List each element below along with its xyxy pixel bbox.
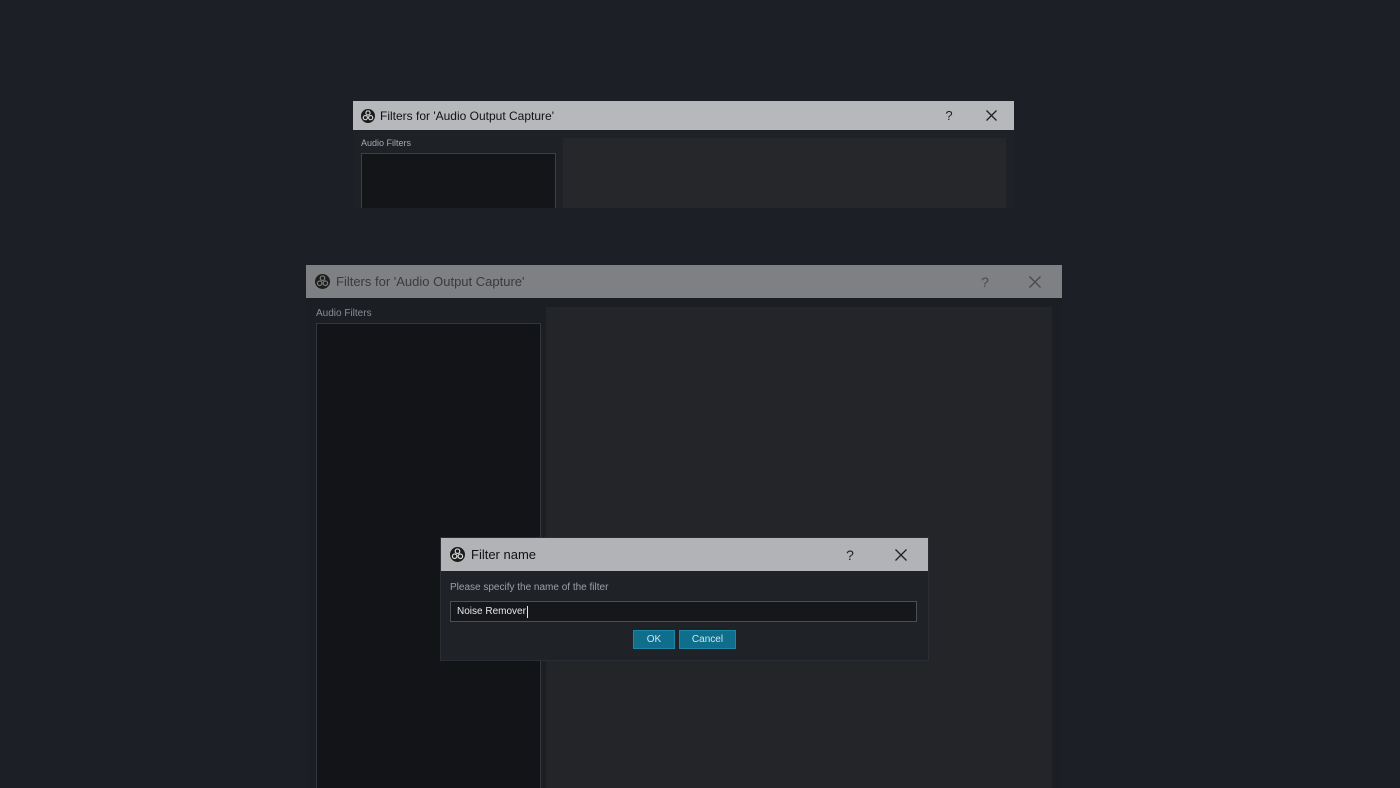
title-bar[interactable]: Filters for 'Audio Output Capture' ?: [353, 101, 1014, 130]
ok-button[interactable]: OK: [633, 630, 675, 649]
close-icon: [895, 548, 907, 561]
filter-name-value: Noise Remover: [457, 606, 526, 617]
title-bar[interactable]: Filter name ?: [441, 538, 928, 571]
help-button[interactable]: ?: [978, 265, 992, 298]
close-button[interactable]: [1026, 265, 1044, 298]
title-bar[interactable]: Filters for 'Audio Output Capture' ?: [306, 265, 1062, 298]
help-button[interactable]: ?: [942, 101, 956, 130]
close-button[interactable]: [982, 101, 1000, 130]
obs-logo-icon: [450, 547, 465, 562]
filter-name-dialog: Filter name ? Please specify the name of…: [441, 538, 928, 660]
close-icon: [985, 110, 997, 121]
filter-properties-panel: [563, 138, 1006, 208]
obs-logo-icon: [361, 108, 375, 123]
window-title: Filters for 'Audio Output Capture': [380, 108, 554, 123]
help-button[interactable]: ?: [843, 538, 857, 571]
desktop: Filters for 'Audio Output Capture' ? Aud…: [0, 0, 1400, 788]
audio-filters-label: Audio Filters: [316, 308, 372, 319]
text-caret: [526, 605, 528, 618]
filter-name-prompt: Please specify the name of the filter: [450, 582, 609, 593]
filters-window-preview: Filters for 'Audio Output Capture' ? Aud…: [353, 101, 1014, 208]
filter-name-input[interactable]: Noise Remover: [450, 601, 917, 622]
obs-logo-icon: [315, 274, 330, 289]
window-title: Filters for 'Audio Output Capture': [336, 274, 525, 289]
cancel-button[interactable]: Cancel: [679, 630, 736, 649]
close-button[interactable]: [892, 538, 910, 571]
audio-filters-list[interactable]: [361, 153, 556, 208]
audio-filters-label: Audio Filters: [361, 138, 412, 148]
close-icon: [1029, 275, 1041, 288]
filters-window: Filters for 'Audio Output Capture' ? Aud…: [306, 265, 1062, 788]
dialog-title: Filter name: [471, 547, 537, 562]
